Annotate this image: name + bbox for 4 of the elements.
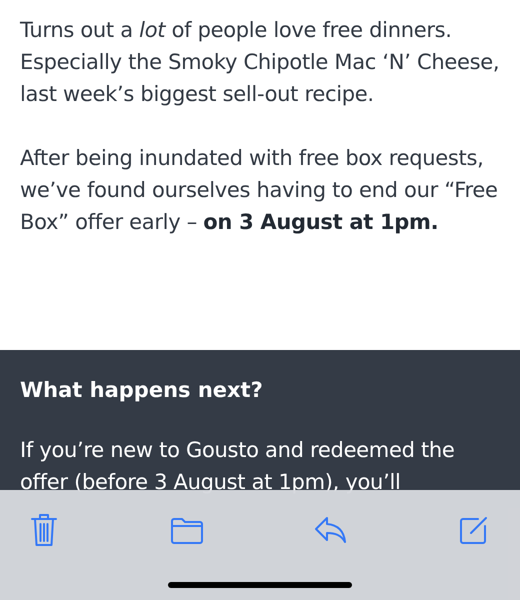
section-paragraph: If you’re new to Gousto and redeemed the offer (before 3 August at 1pm), you’ll <box>20 437 456 496</box>
section-heading: What happens next? <box>20 377 264 404</box>
email-paragraph: After being inundated with free box requests, we’ve found ourselves having to end our “Free Box” offer early – on 3 August at 1pm. <box>20 145 499 236</box>
email-paragraph: Turns out a lot of people love free dinners. Especially the Smoky Chipotle Mac ‘N’ Cheese, last week’s biggest sell-out recipe. <box>20 17 500 108</box>
